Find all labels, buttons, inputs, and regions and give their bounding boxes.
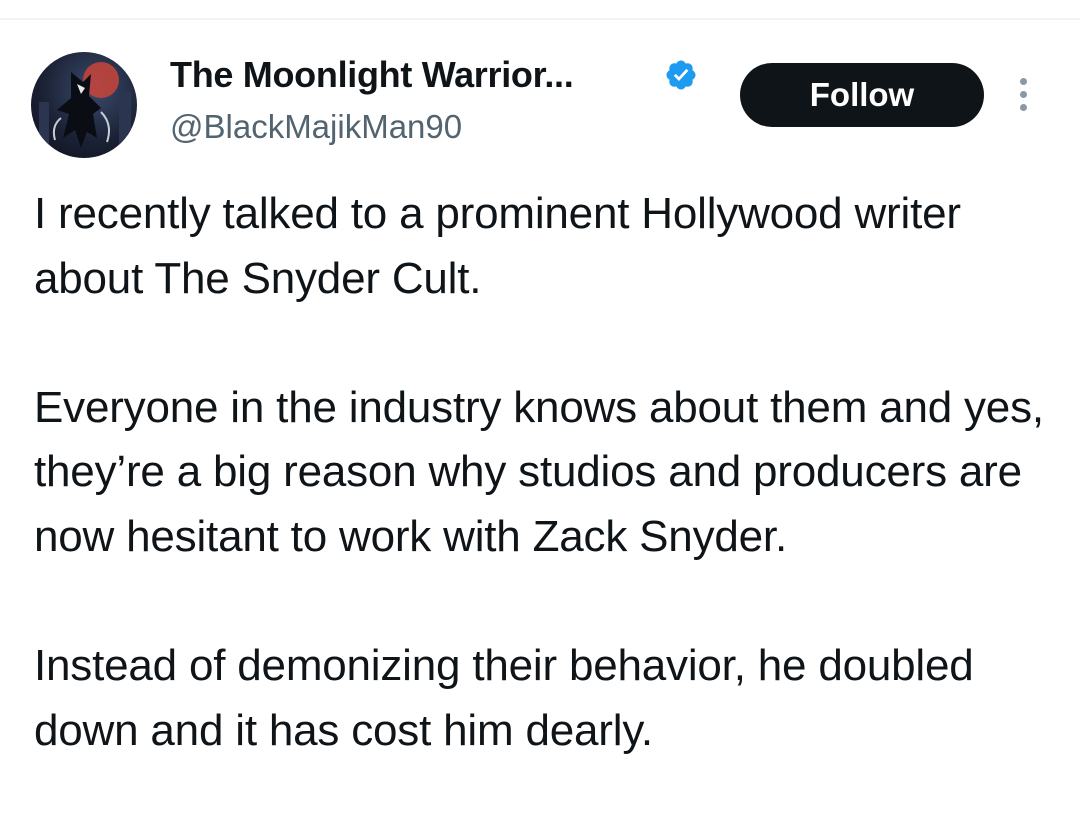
- avatar[interactable]: [31, 52, 137, 158]
- tweet-paragraph: Instead of demonizing their behavior, he…: [34, 641, 974, 755]
- display-name[interactable]: The Moonlight Warrior...: [170, 50, 574, 100]
- author-handle[interactable]: @BlackMajikMan90: [170, 104, 462, 150]
- tweet-paragraph: Everyone in the industry knows about the…: [34, 382, 1044, 561]
- more-dot: [1019, 103, 1027, 111]
- verified-badge-icon: [666, 60, 696, 90]
- tweet-text: I recently talked to a prominent Hollywo…: [34, 182, 1044, 763]
- more-dot: [1019, 77, 1027, 85]
- follow-button[interactable]: Follow: [740, 63, 984, 127]
- tweet-paragraph: I recently talked to a prominent Hollywo…: [34, 189, 961, 303]
- top-divider: [0, 18, 1080, 20]
- more-dot: [1019, 90, 1027, 98]
- more-vertical-icon[interactable]: [1008, 72, 1038, 116]
